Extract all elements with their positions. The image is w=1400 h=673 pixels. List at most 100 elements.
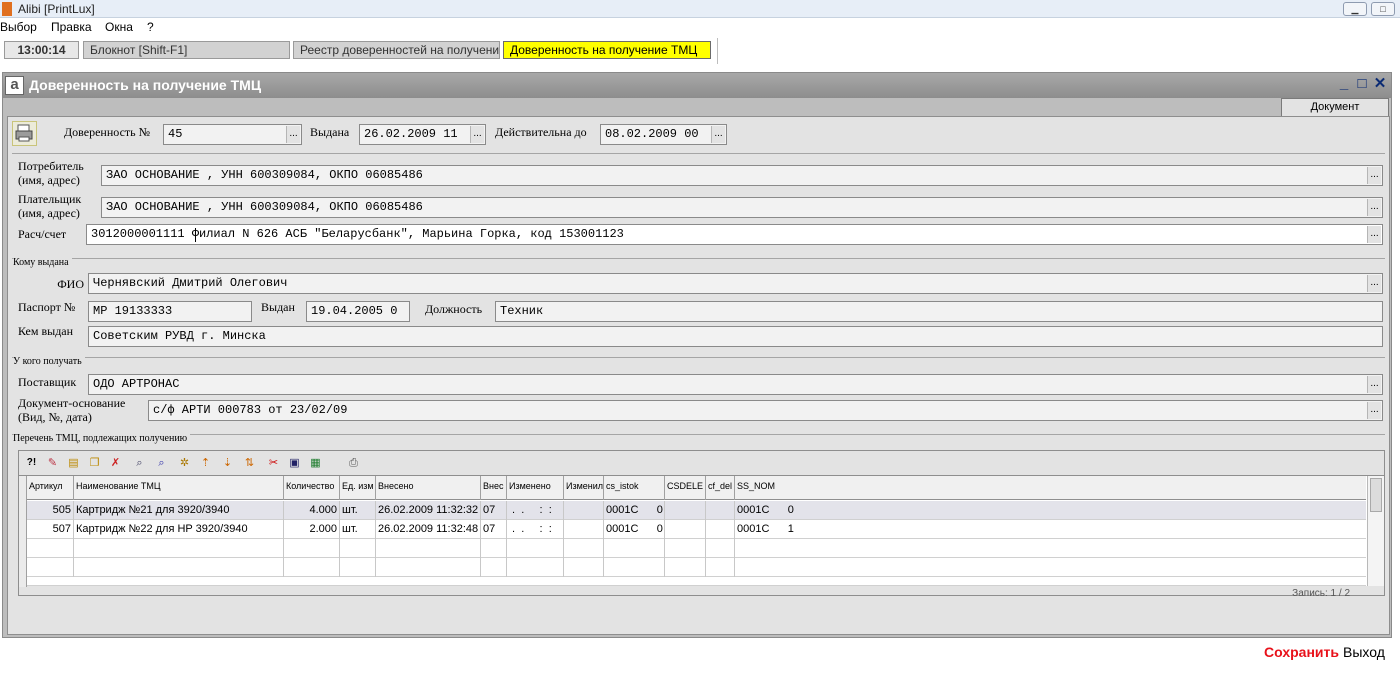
cell-quantity: 2.000 <box>284 520 340 539</box>
clock-display: 13:00:14 <box>4 41 79 59</box>
scrollbar-thumb[interactable] <box>1370 478 1382 512</box>
cell-ss-nom: 0001С 0 <box>737 504 794 516</box>
menu-windows[interactable]: Окна <box>105 20 133 34</box>
grid-toolbar: ?! ✎ ▤ ❐ ✗ ⌕ ⌕ ✲ ⇡ ⇣ ⇅ ✂ ▣ ▦ ⎙ <box>19 451 1384 475</box>
col-modified-by[interactable]: Изменил <box>564 476 604 500</box>
passport-issued-field[interactable]: 19.04.2005 0 <box>306 301 410 322</box>
issuer-field[interactable]: Советским РУВД г. Минска <box>88 326 1383 347</box>
supplier-field[interactable]: ОДО АРТРОНАС ... <box>88 374 1383 395</box>
save-button[interactable]: Сохранить <box>1264 644 1339 660</box>
add-record-icon[interactable]: ▤ <box>65 455 82 471</box>
minimize-button[interactable]: ▁ <box>1343 2 1367 16</box>
cell-csdele <box>665 501 706 520</box>
col-csdele[interactable]: CSDELE <box>665 476 706 500</box>
maximize-button[interactable]: □ <box>1371 2 1395 16</box>
col-name[interactable]: Наименование ТМЦ <box>74 476 284 500</box>
basis-value: с/ф АРТИ 000783 от 23/02/09 <box>153 403 348 417</box>
empty-cell <box>564 539 604 558</box>
items-group-label: Перечень ТМЦ, подлежащих получению <box>13 433 191 444</box>
col-entered-by[interactable]: Внес <box>481 476 507 500</box>
print-button[interactable] <box>12 121 37 146</box>
menu-select[interactable]: Выбор <box>0 20 37 34</box>
empty-cell <box>706 558 735 577</box>
empty-cell <box>507 558 564 577</box>
cut-icon[interactable]: ✂ <box>265 455 282 471</box>
empty-cell <box>376 558 481 577</box>
col-quantity[interactable]: Количество <box>284 476 340 500</box>
group-divider <box>12 434 1385 435</box>
table-row-empty[interactable] <box>19 539 1366 558</box>
supplier-value: ОДО АРТРОНАС <box>93 377 180 391</box>
supplier-lookup-button[interactable]: ... <box>1367 376 1381 393</box>
col-unit[interactable]: Ед. изм <box>340 476 376 500</box>
payer-lookup-button[interactable]: ... <box>1367 199 1381 216</box>
table-row[interactable]: 505 Картридж №21 для 3920/3940 4.000 шт.… <box>19 501 1366 520</box>
valid-until-picker-button[interactable]: ... <box>711 126 725 143</box>
menu-edit[interactable]: Правка <box>51 20 92 34</box>
passport-value: MP 19133333 <box>93 304 173 318</box>
issued-date-field[interactable]: 26.02.2009 11 ... <box>359 124 486 145</box>
number-lookup-button[interactable]: ... <box>286 126 300 143</box>
consumer-lookup-button[interactable]: ... <box>1367 167 1381 184</box>
find-next-icon[interactable]: ⌕ <box>153 455 170 471</box>
task-tab-registry[interactable]: Реестр доверенностей на получение ТМЦ <box>293 41 500 59</box>
col-entered[interactable]: Внесено <box>376 476 481 500</box>
task-tab-notebook[interactable]: Блокнот [Shift-F1] <box>83 41 290 59</box>
fio-field[interactable]: Чернявский Дмитрий Олегович ... <box>88 273 1383 294</box>
issued-date-picker-button[interactable]: ... <box>470 126 484 143</box>
empty-cell <box>74 558 284 577</box>
close-icon[interactable]: ✕ <box>1373 76 1387 92</box>
move-up-icon[interactable]: ⇡ <box>197 455 214 471</box>
menu-help[interactable]: ? <box>147 20 154 34</box>
col-cs-istok[interactable]: cs_istok <box>604 476 665 500</box>
filter-icon[interactable]: ✲ <box>176 455 193 471</box>
printer-icon[interactable]: ⎙ <box>345 455 362 471</box>
edit-icon[interactable]: ✎ <box>44 455 61 471</box>
maximize-icon[interactable]: □ <box>1355 76 1369 92</box>
text-cursor <box>195 228 196 242</box>
task-tabs: 13:00:14 Блокнот [Shift-F1] Реестр довер… <box>0 38 1400 64</box>
basis-lookup-button[interactable]: ... <box>1367 402 1381 419</box>
excel-export-icon[interactable]: ▦ <box>307 455 324 471</box>
number-field[interactable]: 45 ... <box>163 124 302 145</box>
col-modified[interactable]: Изменено <box>507 476 564 500</box>
table-row-empty[interactable] <box>19 577 1366 586</box>
consumer-field[interactable]: ЗАО ОСНОВАНИЕ , УНН 600309084, ОКПО 0608… <box>101 165 1383 186</box>
from-group-label: У кого получать <box>13 356 85 367</box>
exit-button[interactable]: Выход <box>1343 644 1385 660</box>
task-tab-power-of-attorney[interactable]: Доверенность на получение ТМЦ <box>503 41 711 59</box>
fio-value: Чернявский Дмитрий Олегович <box>93 276 288 290</box>
search-icon[interactable]: ⌕ <box>131 455 148 471</box>
number-label: Доверенность № <box>64 125 151 139</box>
basis-field[interactable]: с/ф АРТИ 000783 от 23/02/09 ... <box>148 400 1383 421</box>
tab-document[interactable]: Документ <box>1281 98 1389 117</box>
col-cf-del[interactable]: cf_del <box>706 476 735 500</box>
sort-icon[interactable]: ⇅ <box>241 455 258 471</box>
position-field[interactable]: Техник <box>495 301 1383 322</box>
passport-issued-value: 19.04.2005 0 <box>311 304 398 318</box>
payer-field[interactable]: ЗАО ОСНОВАНИЕ , УНН 600309084, ОКПО 0608… <box>101 197 1383 218</box>
col-article[interactable]: Артикул <box>27 476 74 500</box>
passport-issued-label: Выдан <box>261 300 295 314</box>
position-label: Должность <box>425 302 483 316</box>
account-lookup-button[interactable]: ... <box>1367 226 1381 243</box>
empty-cell <box>706 539 735 558</box>
passport-field[interactable]: MP 19133333 <box>88 301 252 322</box>
move-down-icon[interactable]: ⇣ <box>219 455 236 471</box>
fio-lookup-button[interactable]: ... <box>1367 275 1381 292</box>
col-ss-nom[interactable]: SS_NOM <box>735 476 1366 500</box>
cell-modified: . . : : <box>507 520 564 539</box>
account-field[interactable]: 3012000001111 Филиал N 626 АСБ "Беларусб… <box>86 224 1383 245</box>
vertical-scrollbar[interactable] <box>1367 476 1384 586</box>
document-title-bar: a Доверенность на получение ТМЦ _ □ ✕ <box>3 73 1391 98</box>
table-row[interactable]: 507 Картридж №22 для HP 3920/3940 2.000 … <box>19 520 1366 539</box>
table-row-empty[interactable] <box>19 558 1366 577</box>
cell-ss-nom: 0001С 1 <box>737 523 794 535</box>
copy-record-icon[interactable]: ❐ <box>86 455 103 471</box>
document-pane: Доверенность № 45 ... Выдана 26.02.2009 … <box>7 116 1390 635</box>
delete-record-icon[interactable]: ✗ <box>107 455 124 471</box>
minimize-icon[interactable]: _ <box>1337 76 1351 92</box>
preview-icon[interactable]: ▣ <box>286 455 303 471</box>
valid-until-field[interactable]: 08.02.2009 00 ... <box>600 124 727 145</box>
help-icon[interactable]: ?! <box>23 455 40 471</box>
